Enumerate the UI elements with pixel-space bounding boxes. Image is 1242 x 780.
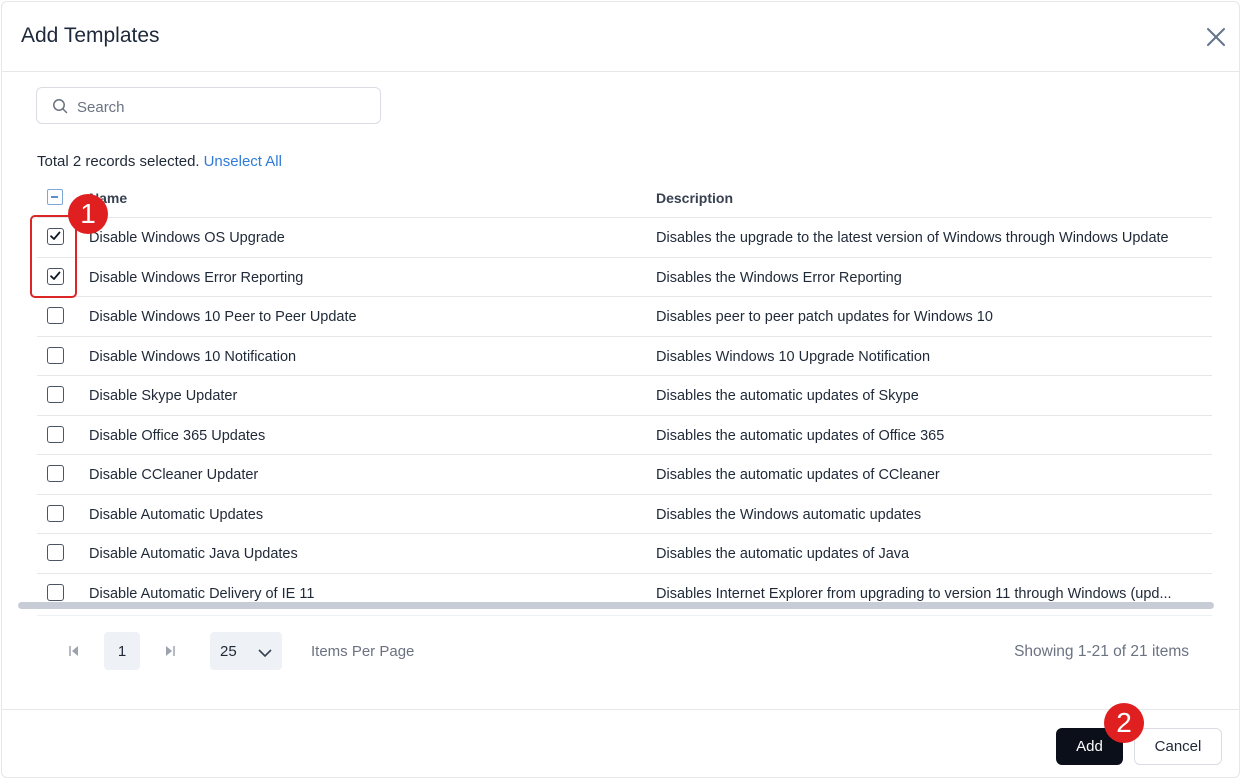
template-name: Disable Windows Error Reporting [89, 269, 304, 286]
cancel-button[interactable]: Cancel [1134, 728, 1222, 765]
table-row[interactable]: Disable Office 365 Updates Disables the a… [37, 416, 1212, 455]
row-checkbox[interactable] [47, 346, 64, 364]
template-description: Disables peer to peer patch updates for … [656, 309, 993, 325]
template-name: Disable CCleaner Updater [89, 467, 259, 483]
table-row[interactable]: Disable Windows 10 Peer to Peer Update Di… [37, 297, 1212, 337]
chevron-down-icon [258, 645, 272, 663]
template-description: Disables Internet Explorer from upgradin… [656, 585, 1172, 602]
add-templates-dialog: Add Templates Total 2 records selected.U… [1, 1, 1240, 778]
table-row[interactable]: Disable Windows Error Reporting Disables … [37, 258, 1212, 297]
page-button-current[interactable]: 1 [104, 632, 140, 670]
template-name: Disable Automatic Delivery of IE 11 [89, 585, 315, 602]
template-name: Disable Skype Updater [89, 388, 238, 404]
row-checkbox[interactable] [47, 504, 64, 522]
dialog-title: Add Templates [21, 24, 160, 47]
row-checkbox[interactable] [47, 386, 64, 403]
table-header: Name Description [37, 178, 1212, 218]
row-checkbox[interactable] [47, 544, 64, 561]
items-per-page-select[interactable]: 25 [210, 632, 282, 670]
template-description: Disables Windows 10 Upgrade Notification [656, 348, 931, 365]
template-description: Disables the Windows automatic updates [656, 506, 922, 523]
selection-summary: Total 2 records selected. Unselect All [37, 153, 282, 170]
divider [37, 615, 1212, 616]
templates-table: Name Description Disable Windows OS Upgr… [37, 178, 1212, 602]
template-description: Disables the automatic updates of CClean… [656, 467, 940, 483]
template-name: Disable Windows 10 Notification [89, 348, 297, 365]
template-description: Disables the automatic updates of Skype [656, 388, 919, 404]
items-per-page-value: 25 [220, 643, 237, 660]
template-description: Disables the automatic updates of Java [656, 546, 910, 562]
close-icon[interactable] [1203, 24, 1229, 50]
table-row[interactable]: Disable Windows 10 Notification Disables … [37, 337, 1212, 376]
column-header-description[interactable]: Description [656, 190, 733, 206]
template-name: Disable Automatic Java Updates [89, 546, 298, 562]
row-checkbox[interactable] [47, 465, 64, 482]
table-row[interactable]: Disable Automatic Delivery of IE 11 Disab… [37, 574, 1212, 603]
table-row[interactable]: Disable Automatic Java Updates Disables t… [37, 534, 1212, 574]
table-row[interactable]: Disable Automatic Updates Disables the Wi… [37, 495, 1212, 534]
template-name: Disable Automatic Updates [89, 506, 264, 523]
select-all-checkbox[interactable] [47, 189, 63, 205]
template-name: Disable Windows OS Upgrade [89, 230, 285, 246]
template-name: Disable Office 365 Updates [89, 427, 266, 444]
template-description: Disables the upgrade to the latest versi… [656, 230, 1169, 246]
footer-divider [2, 709, 1239, 710]
table-row[interactable]: Disable CCleaner Updater Disables the aut… [37, 455, 1212, 495]
pagination-summary: Showing 1-21 of 21 items [1014, 643, 1189, 660]
selection-count-text: Total 2 records selected. [37, 153, 200, 170]
search-input[interactable] [75, 95, 369, 119]
search-icon [52, 98, 68, 114]
template-description: Disables the automatic updates of Office… [656, 427, 945, 444]
search-box [36, 87, 381, 124]
horizontal-scrollbar[interactable] [18, 602, 1214, 609]
annotation-highlight-box [30, 215, 77, 298]
last-page-icon[interactable] [152, 632, 188, 670]
items-per-page-label: Items Per Page [311, 643, 415, 660]
annotation-badge-1: 1 [68, 194, 108, 234]
row-checkbox[interactable] [47, 307, 64, 324]
table-row[interactable]: Disable Windows OS Upgrade Disables the u… [37, 218, 1212, 258]
annotation-badge-2: 2 [1104, 703, 1144, 743]
table-row[interactable]: Disable Skype Updater Disables the automa… [37, 376, 1212, 416]
row-checkbox[interactable] [47, 425, 64, 443]
first-page-icon[interactable] [56, 632, 92, 670]
template-name: Disable Windows 10 Peer to Peer Update [89, 309, 357, 325]
unselect-all-link[interactable]: Unselect All [204, 153, 282, 170]
dialog-header: Add Templates [2, 2, 1239, 72]
template-description: Disables the Windows Error Reporting [656, 269, 902, 286]
row-checkbox[interactable] [47, 583, 64, 601]
